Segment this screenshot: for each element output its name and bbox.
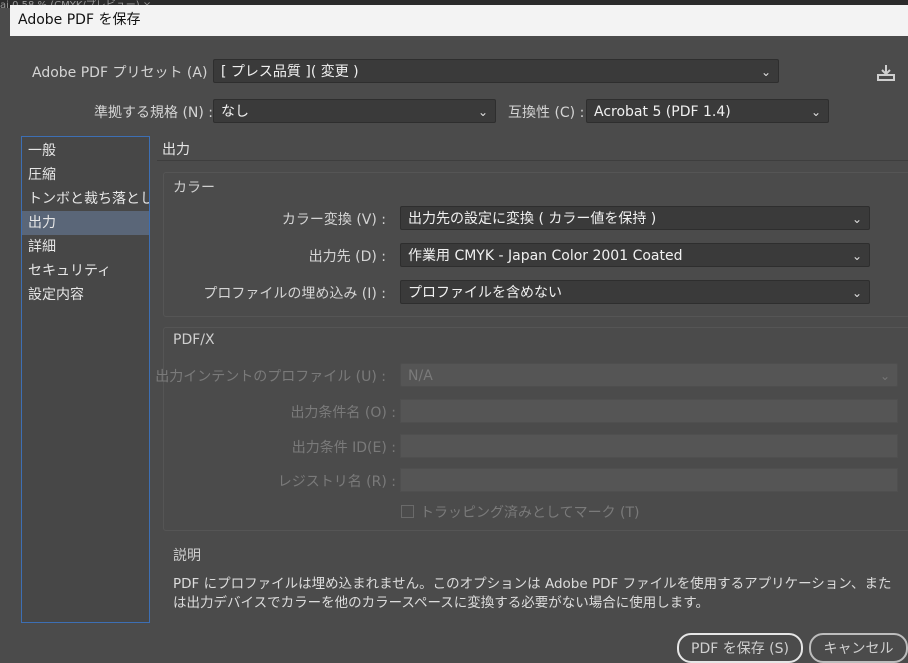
sidebar-item-security[interactable]: セキュリティ: [22, 259, 149, 283]
profile-inclusion-label: プロファイルの埋め込み (I) :: [203, 286, 386, 302]
standard-select[interactable]: なし ⌄: [213, 99, 496, 123]
condition-id-label: 出力条件 ID(E) :: [291, 440, 396, 456]
chevron-down-icon: ⌄: [851, 212, 862, 226]
chevron-down-icon: ⌄: [810, 105, 821, 119]
registry-name-field[interactable]: [400, 468, 898, 492]
sidebar-item-advanced[interactable]: 詳細: [22, 235, 149, 259]
description-title: 説明: [173, 548, 201, 564]
intent-profile-select[interactable]: N/A ⌄: [400, 363, 898, 387]
category-sidebar: 一般 圧縮 トンボと裁ち落とし 出力 詳細 セキュリティ 設定内容: [21, 136, 150, 623]
trapped-checkbox[interactable]: [401, 505, 414, 518]
chevron-down-icon: ⌄: [851, 286, 862, 300]
profile-inclusion-select[interactable]: プロファイルを含めない ⌄: [400, 280, 870, 304]
intent-profile-value: N/A: [408, 368, 433, 384]
intent-profile-label: 出力インテントのプロファイル (U) :: [155, 369, 386, 385]
color-conversion-label: カラー変換 (V) :: [281, 212, 386, 228]
color-section-title: カラー: [173, 180, 215, 196]
chevron-down-icon: ⌄: [851, 249, 862, 263]
condition-id-field[interactable]: [400, 434, 898, 458]
preset-value: [ プレス品質 ]( 変更 ): [221, 64, 359, 80]
sidebar-item-compression[interactable]: 圧縮: [22, 163, 149, 187]
condition-name-field[interactable]: [400, 399, 898, 423]
sidebar-item-summary[interactable]: 設定内容: [22, 283, 149, 307]
dialog-title: Adobe PDF を保存: [18, 12, 141, 28]
pdfx-group: [163, 327, 908, 531]
dialog-titlebar: Adobe PDF を保存: [10, 5, 908, 36]
save-preset-icon[interactable]: [876, 64, 896, 82]
description-text: PDF にプロファイルは埋め込まれません。このオプションは Adobe PDF …: [173, 576, 892, 611]
panel-title: 出力: [162, 142, 190, 158]
save-pdf-button[interactable]: PDF を保存 (S): [677, 633, 803, 663]
compat-value: Acrobat 5 (PDF 1.4): [594, 104, 731, 120]
standard-value: なし: [221, 104, 249, 120]
cancel-button[interactable]: キャンセル: [809, 633, 908, 663]
condition-name-label: 出力条件名 (O) :: [290, 405, 396, 421]
compat-label: 互換性 (C) :: [508, 105, 585, 121]
destination-select[interactable]: 作業用 CMYK - Japan Color 2001 Coated ⌄: [400, 243, 870, 267]
sidebar-item-output[interactable]: 出力: [22, 211, 149, 235]
color-conversion-select[interactable]: 出力先の設定に変換 ( カラー値を保持 ) ⌄: [400, 206, 870, 230]
compat-select[interactable]: Acrobat 5 (PDF 1.4) ⌄: [586, 99, 829, 123]
chevron-down-icon: ⌄: [879, 369, 890, 383]
preset-label: Adobe PDF プリセット (A) :: [32, 65, 217, 81]
preset-select[interactable]: [ プレス品質 ]( 変更 ) ⌄: [213, 59, 779, 83]
chevron-down-icon: ⌄: [477, 105, 488, 119]
sidebar-item-marks-bleeds[interactable]: トンボと裁ち落とし: [22, 187, 149, 211]
trapped-label: トラッピング済みとしてマーク (T): [420, 505, 640, 521]
panel-divider: [157, 160, 908, 161]
destination-label: 出力先 (D) :: [308, 249, 386, 265]
profile-inclusion-value: プロファイルを含めない: [408, 285, 562, 301]
chevron-down-icon: ⌄: [760, 65, 771, 79]
pdfx-section-title: PDF/X: [173, 332, 215, 348]
destination-value: 作業用 CMYK - Japan Color 2001 Coated: [408, 248, 683, 264]
color-conversion-value: 出力先の設定に変換 ( カラー値を保持 ): [408, 211, 657, 227]
registry-name-label: レジストリ名 (R) :: [277, 474, 396, 490]
standard-label: 準拠する規格 (N) :: [94, 105, 214, 121]
sidebar-item-general[interactable]: 一般: [22, 139, 149, 163]
